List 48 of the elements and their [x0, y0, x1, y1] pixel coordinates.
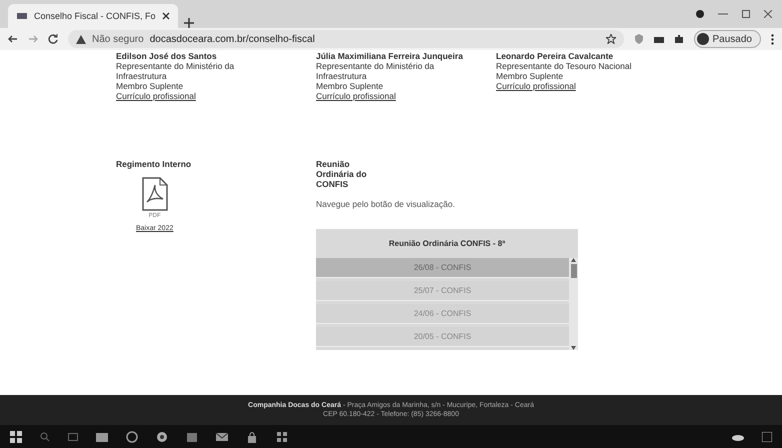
- address-url: docasdoceara.com.br/conselho-fiscal: [150, 34, 315, 44]
- warning-icon: [76, 34, 86, 44]
- record-icon[interactable]: [696, 10, 704, 18]
- address-bar[interactable]: Não seguro docasdoceara.com.br/conselho-fiscal: [68, 30, 624, 48]
- new-tab-icon[interactable]: [184, 18, 194, 28]
- table-header: Reunião Ordinária CONFIS - 8ª: [388, 238, 506, 250]
- task-view-icon[interactable]: [68, 432, 78, 442]
- hint-text: Navegue pelo botão de visualização.: [316, 199, 456, 209]
- mail-icon[interactable]: [216, 430, 228, 442]
- member-status: Membro Suplente: [116, 81, 184, 91]
- avatar-icon: [696, 33, 709, 45]
- curriculum-link[interactable]: Currículo profissional: [316, 91, 476, 101]
- reload-icon[interactable]: [48, 34, 58, 44]
- forward-arrow-icon: [28, 34, 38, 44]
- close-icon[interactable]: [162, 12, 170, 20]
- menu-icon[interactable]: [771, 34, 774, 44]
- scrollbar[interactable]: [569, 258, 578, 350]
- member-role: Representante do Ministério da Infraestrutura: [116, 61, 236, 81]
- profile-button[interactable]: Pausado: [694, 30, 761, 48]
- tab-title: Conselho Fiscal - CONFIS, Fo: [34, 11, 156, 21]
- scroll-down-icon[interactable]: [571, 346, 576, 350]
- lock-icon[interactable]: [246, 430, 258, 442]
- member-role: Representante do Ministério da Infraestrutura: [316, 61, 436, 81]
- scrollbar-thumb[interactable]: [570, 264, 576, 278]
- member-name: Edilson José dos Santos: [116, 51, 218, 61]
- member-name: Leonardo Pereira Cavalcante: [496, 51, 614, 61]
- curriculum-link[interactable]: Currículo profissional: [116, 91, 276, 101]
- windows-start-icon[interactable]: [10, 430, 22, 442]
- search-icon[interactable]: [40, 432, 50, 442]
- pdf-file-icon[interactable]: [142, 177, 168, 211]
- curriculum-link[interactable]: Currículo profissional: [496, 81, 656, 91]
- maximize-icon[interactable]: [742, 10, 750, 18]
- back-arrow-icon[interactable]: [8, 34, 18, 44]
- page-icon: [16, 11, 28, 21]
- member-status: Membro Suplente: [316, 81, 384, 91]
- member-name: Júlia Maximiliana Ferreira Junqueira: [316, 51, 464, 61]
- browser-icon[interactable]: [156, 430, 168, 442]
- notification-icon[interactable]: [762, 432, 772, 442]
- globe-icon[interactable]: [126, 430, 138, 442]
- section-title: Regimento Interno: [116, 159, 192, 169]
- security-label[interactable]: Não seguro: [92, 34, 144, 44]
- close-icon[interactable]: [764, 10, 772, 18]
- star-icon[interactable]: [606, 34, 616, 44]
- member-role: Representante do Tesouro Nacional: [496, 61, 632, 71]
- browser-tab[interactable]: Conselho Fiscal - CONFIS, Fo: [8, 4, 178, 28]
- scroll-up-icon[interactable]: [571, 258, 576, 262]
- section-title: Reunião Ordinária do CONFIS: [316, 159, 368, 189]
- member-status: Membro Suplente: [496, 71, 564, 81]
